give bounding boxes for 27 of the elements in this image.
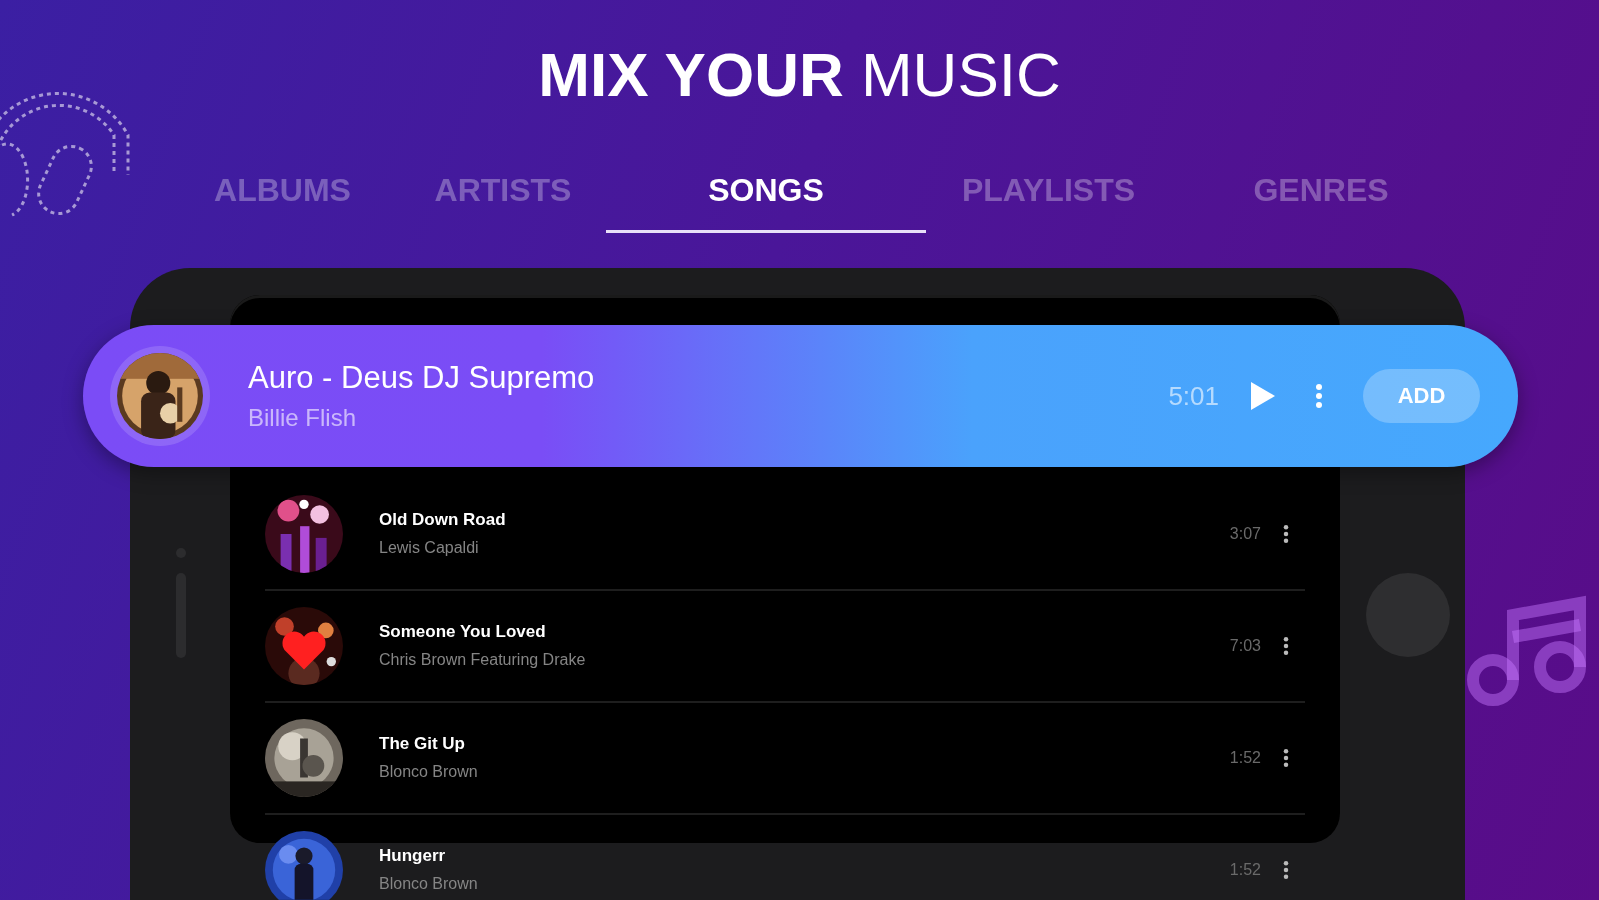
duration: 1:52: [1229, 749, 1261, 767]
song-title: Auro - Deus DJ Supremo: [248, 359, 596, 397]
play-icon[interactable]: [1249, 380, 1277, 412]
artist-name: Billie Flish: [248, 403, 358, 433]
more-icon[interactable]: [1283, 860, 1289, 880]
add-button[interactable]: ADD: [1363, 369, 1480, 423]
heading: MIX YOUR MUSIC: [538, 40, 1061, 110]
artist-name: Lewis Capaldi: [379, 538, 480, 558]
tab[interactable]: GENRES: [1171, 160, 1471, 233]
artist-name: Blonco Brown: [379, 762, 479, 782]
duration: 7:03: [1229, 637, 1261, 655]
artist-name: Blonco Brown: [379, 874, 479, 894]
tab[interactable]: ARTISTS: [400, 160, 606, 233]
tab[interactable]: PLAYLISTS: [926, 160, 1171, 233]
more-icon[interactable]: [1283, 524, 1289, 544]
song-title: The Git Up: [379, 733, 466, 755]
tab[interactable]: ALBUMS: [165, 160, 400, 233]
tab[interactable]: SONGS: [606, 160, 926, 233]
artist-name: Chris Brown Featuring Drake: [379, 650, 587, 670]
song-title: Hungerr: [379, 845, 447, 867]
more-icon[interactable]: [1283, 636, 1289, 656]
song-title: Old Down Road: [379, 509, 507, 531]
song-title: Someone You Loved: [379, 621, 547, 643]
duration: 1:52: [1229, 861, 1261, 879]
duration: 3:07: [1229, 525, 1261, 543]
duration: 5:01: [1168, 380, 1219, 412]
more-icon[interactable]: [1283, 748, 1289, 768]
